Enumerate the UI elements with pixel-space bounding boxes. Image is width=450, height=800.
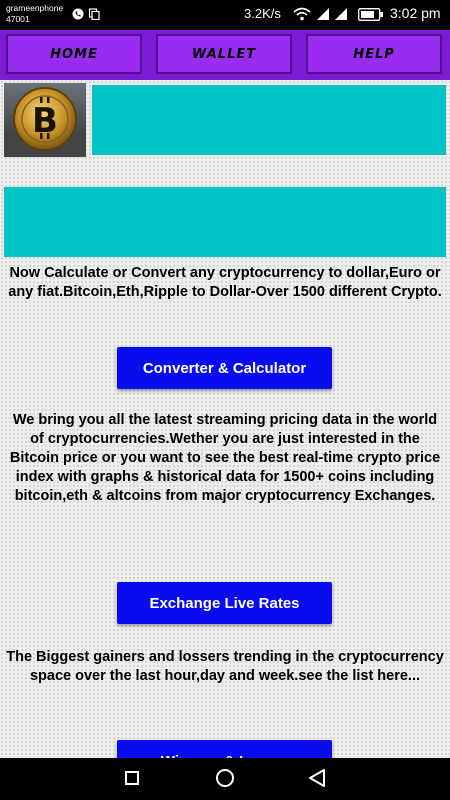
intro-text: Now Calculate or Convert any cryptocurre…	[8, 265, 442, 300]
square-nav-icon[interactable]	[125, 771, 139, 785]
system-nav-bar	[0, 758, 450, 800]
carrier-code: 47001	[6, 14, 30, 24]
svg-text:B: B	[32, 101, 58, 141]
circle-nav-icon[interactable]	[216, 769, 234, 787]
gainers-losers-text: The Biggest gainers and lossers trending…	[6, 649, 444, 684]
exchange-live-rates-button[interactable]: Exchange Live Rates	[117, 582, 332, 624]
carrier-name: grameenphone	[6, 3, 64, 13]
bitcoin-image: B	[4, 83, 86, 157]
carrier-info: grameenphone 47001	[6, 3, 63, 25]
nav-wallet-button[interactable]: WALLET	[156, 34, 292, 74]
signal-icon	[335, 8, 347, 20]
wifi-icon	[293, 7, 311, 21]
signal-icon	[317, 8, 329, 20]
nav-help-button[interactable]: HELP	[306, 34, 442, 74]
streaming-data-text: We bring you all the latest streaming pr…	[9, 412, 441, 504]
back-nav-icon[interactable]	[308, 768, 326, 788]
banner-ad-top[interactable]	[92, 85, 446, 155]
nav-home-button[interactable]: HOME	[6, 34, 142, 74]
top-navbar: HOME WALLET HELP	[0, 30, 450, 80]
banner-ad-middle[interactable]	[4, 187, 446, 257]
converter-calculator-button[interactable]: Converter & Calculator	[117, 347, 332, 389]
status-bar: grameenphone 47001 3.2K/s 3:02 pm	[0, 0, 450, 30]
copy-icon	[88, 8, 100, 20]
clock: 3:02 pm	[390, 5, 441, 21]
network-speed: 3.2K/s	[244, 6, 281, 21]
phone-icon	[72, 8, 84, 20]
battery-icon	[358, 8, 383, 21]
